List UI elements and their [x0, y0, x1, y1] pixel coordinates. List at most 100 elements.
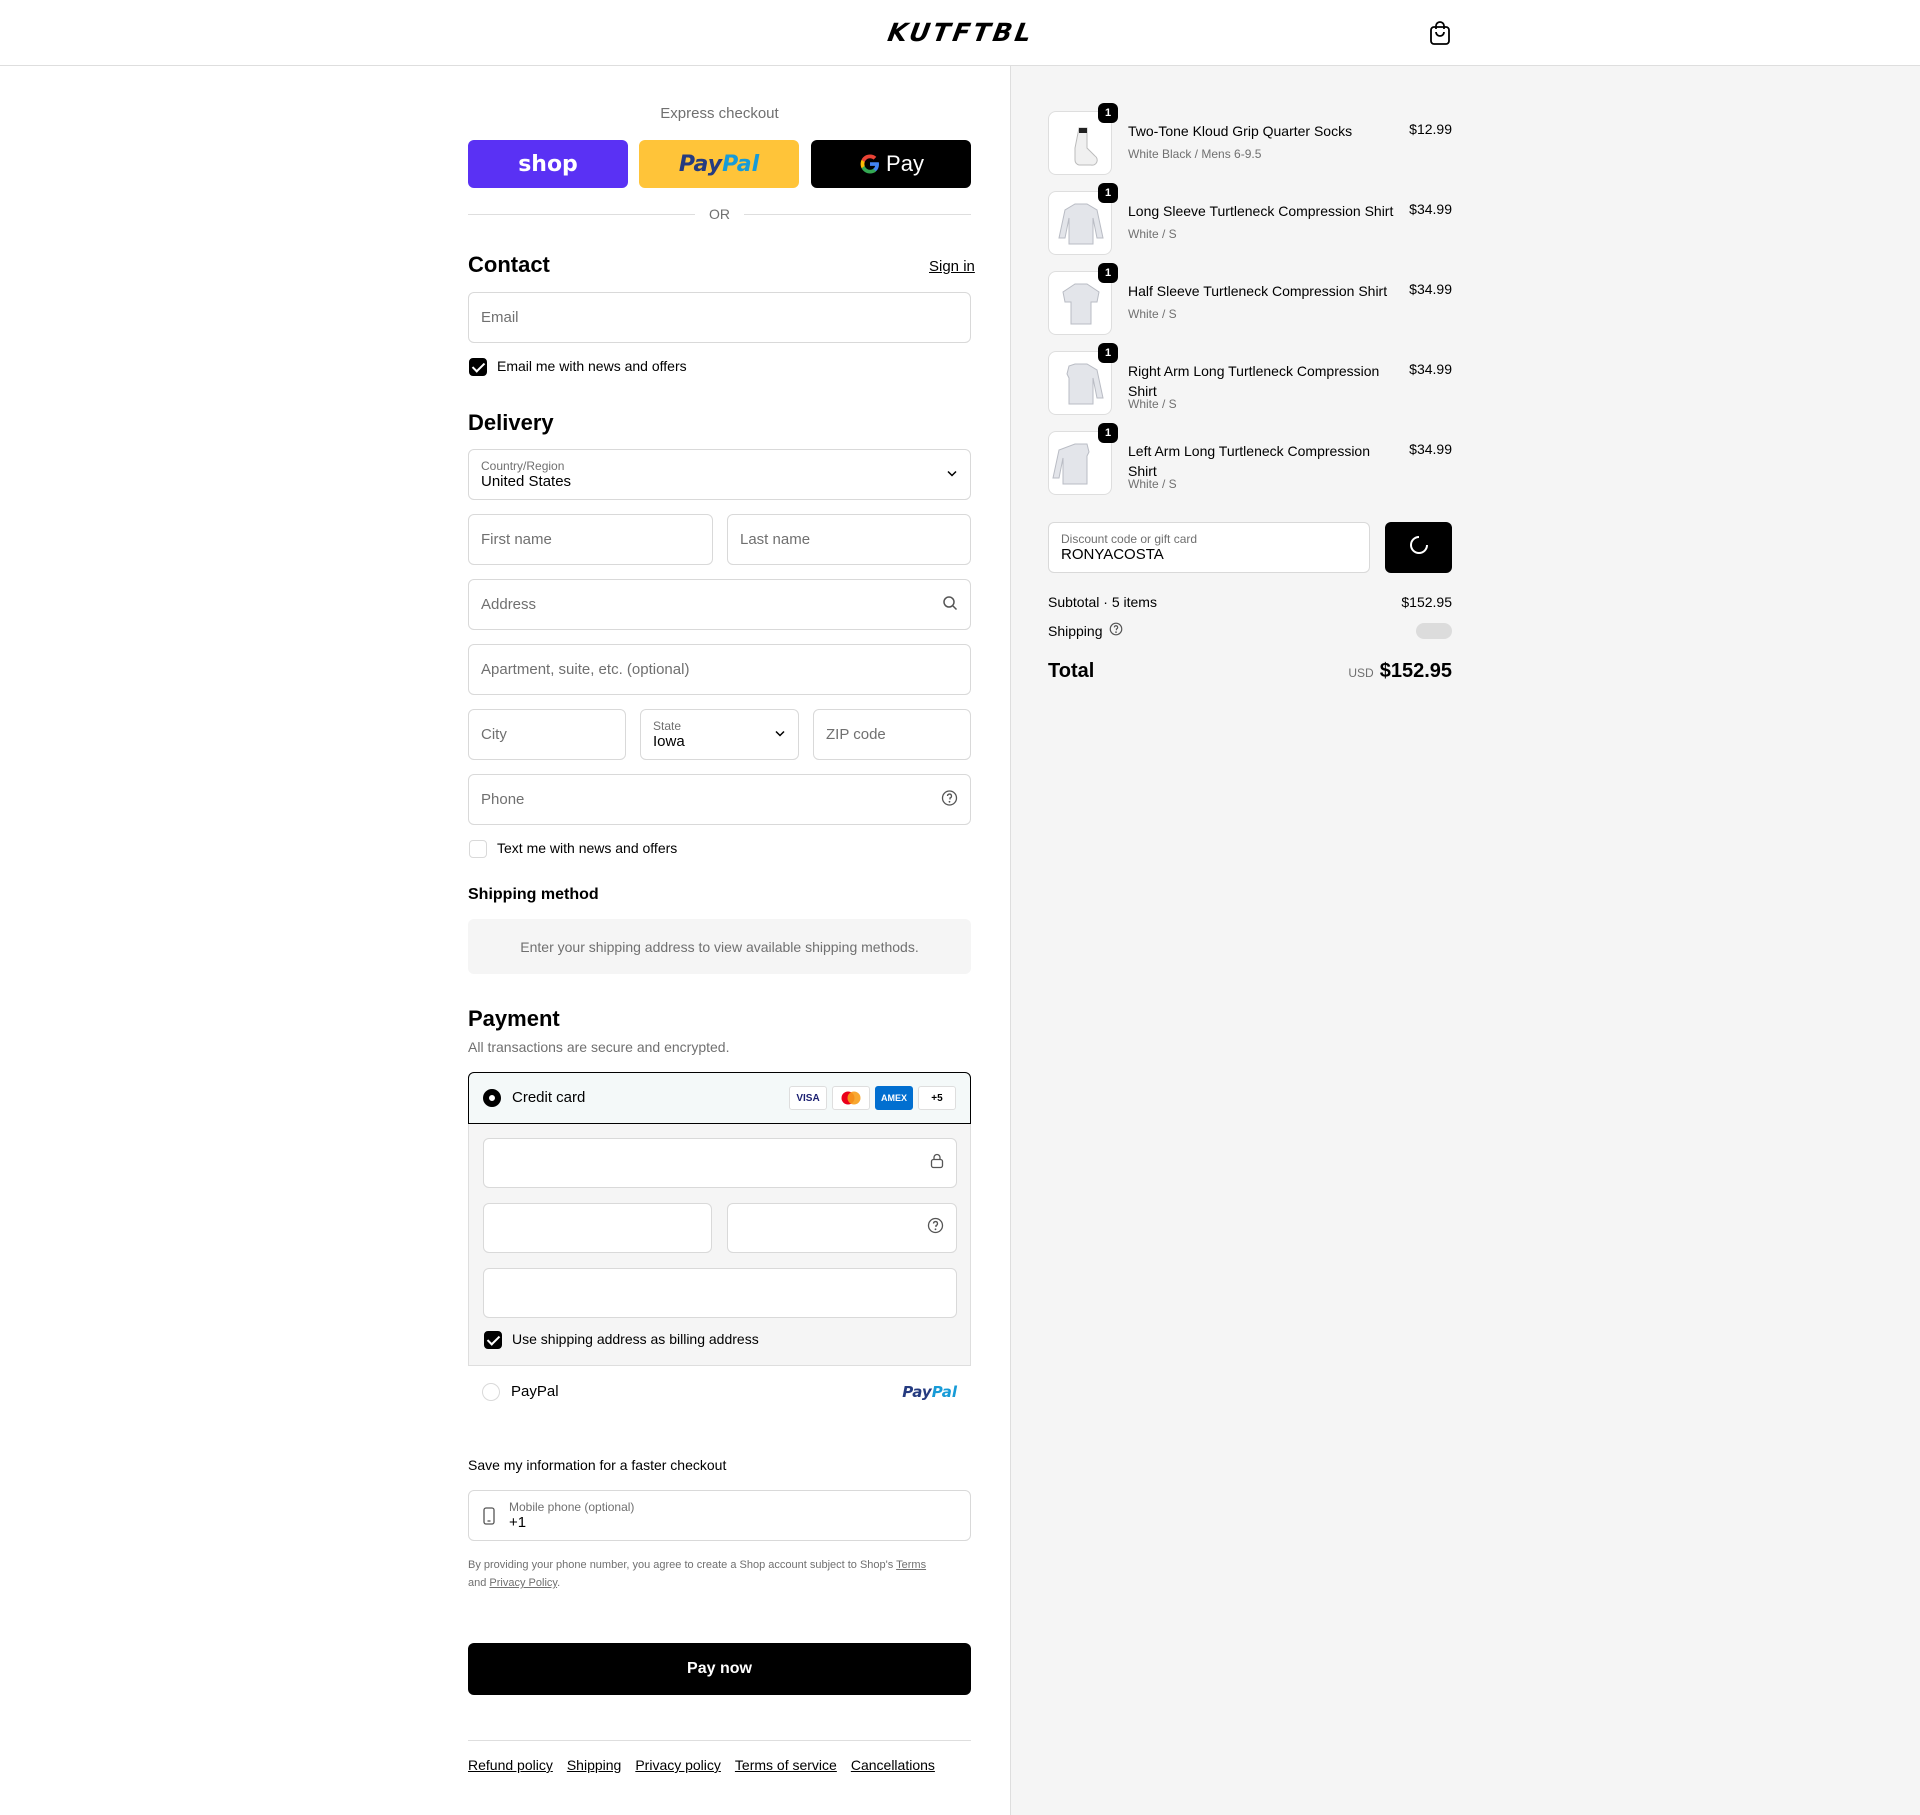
- subtotal-row: Subtotal · 5 items $152.95: [1048, 594, 1452, 610]
- expiration-date-field[interactable]: [483, 1203, 712, 1253]
- name-on-card-field[interactable]: [483, 1268, 957, 1318]
- paypal-radio[interactable]: [482, 1383, 500, 1401]
- credit-card-radio[interactable]: [483, 1089, 501, 1107]
- help-circle-icon[interactable]: [941, 789, 958, 810]
- discount-code-field[interactable]: Discount code or gift card RONYACOSTA: [1048, 522, 1370, 573]
- terms-link[interactable]: Terms: [896, 1559, 926, 1571]
- shipping-method-heading: Shipping method: [468, 886, 599, 903]
- billing-address-checkbox[interactable]: [484, 1331, 502, 1349]
- chevron-down-icon: [774, 726, 786, 743]
- cart-item: 1 Two-Tone Kloud Grip Quarter Socks Whit…: [1048, 103, 1452, 179]
- footer-links: Refund policy Shipping Privacy policy Te…: [468, 1757, 935, 1773]
- product-image-shirt: 1: [1048, 183, 1118, 255]
- google-pay-label: Pay: [886, 151, 924, 176]
- first-name-field[interactable]: First name: [468, 514, 713, 565]
- paypal-logo-part1: Pay: [902, 1383, 932, 1401]
- quantity-badge: 1: [1098, 263, 1118, 283]
- discount-code-label: Discount code or gift card: [1061, 532, 1198, 546]
- state-value: Iowa: [653, 732, 685, 750]
- pay-now-button[interactable]: Pay now: [468, 1643, 971, 1695]
- quantity-badge: 1: [1098, 423, 1118, 443]
- state-label: State: [653, 718, 682, 733]
- sms-label: Text me with news and offers: [497, 840, 678, 856]
- site-header: KUTFTBL: [0, 0, 1920, 66]
- credit-card-option[interactable]: Credit card VISA AMEX +5: [468, 1072, 971, 1124]
- sign-in-link[interactable]: Sign in: [929, 258, 975, 275]
- newsletter-label: Email me with news and offers: [497, 358, 687, 374]
- zip-placeholder: ZIP code: [826, 726, 886, 743]
- subtotal-label: Subtotal · 5 items: [1048, 594, 1157, 610]
- country-label: Country/Region: [481, 458, 565, 473]
- chevron-down-icon: [946, 466, 958, 483]
- security-code-field[interactable]: [727, 1203, 957, 1253]
- disclaimer-end: .: [557, 1577, 561, 1589]
- total-label: Total: [1048, 660, 1095, 682]
- country-select[interactable]: Country/Region United States: [468, 449, 971, 500]
- or-label: OR: [709, 206, 730, 222]
- privacy-policy-footer-link[interactable]: Privacy policy: [635, 1757, 721, 1773]
- privacy-policy-link[interactable]: Privacy Policy: [489, 1577, 557, 1589]
- item-variant: White / S: [1128, 307, 1177, 321]
- email-field[interactable]: Email: [468, 292, 971, 343]
- last-name-field[interactable]: Last name: [727, 514, 971, 565]
- zip-field[interactable]: ZIP code: [813, 709, 971, 760]
- item-variant: White / S: [1128, 227, 1177, 241]
- item-name: Left Arm Long Turtleneck Compression Shi…: [1128, 443, 1371, 479]
- refund-policy-link[interactable]: Refund policy: [468, 1757, 553, 1773]
- item-price: $34.99: [1409, 441, 1452, 457]
- address-placeholder: Address: [481, 596, 537, 613]
- city-placeholder: City: [481, 726, 507, 743]
- payment-heading: Payment: [468, 1006, 560, 1031]
- cart-item: 1 Half Sleeve Turtleneck Compression Shi…: [1048, 263, 1452, 339]
- shipping-policy-link[interactable]: Shipping: [567, 1757, 622, 1773]
- phone-placeholder: Phone: [481, 791, 525, 808]
- help-circle-icon[interactable]: [927, 1217, 944, 1239]
- item-name: Right Arm Long Turtleneck Compression Sh…: [1128, 363, 1380, 399]
- lock-icon: [930, 1153, 944, 1174]
- footer-divider: [468, 1740, 971, 1741]
- item-price: $34.99: [1409, 281, 1452, 297]
- paypal-express-button[interactable]: Pay Pal: [639, 140, 799, 188]
- payment-methods: Credit card VISA AMEX +5 Use shipping ad…: [468, 1072, 971, 1417]
- quantity-badge: 1: [1098, 343, 1118, 363]
- brand-logo[interactable]: KUTFTBL: [864, 18, 1059, 47]
- item-price: $34.99: [1409, 361, 1452, 377]
- city-field[interactable]: City: [468, 709, 626, 760]
- cart-item: 1 Long Sleeve Turtleneck Compression Shi…: [1048, 183, 1452, 259]
- paypal-option[interactable]: PayPal PayPal: [468, 1365, 971, 1417]
- shopping-bag-icon[interactable]: [1428, 20, 1452, 46]
- apartment-field[interactable]: Apartment, suite, etc. (optional): [468, 644, 971, 695]
- google-pay-button[interactable]: Pay: [811, 140, 971, 188]
- express-checkout-title: Express checkout: [660, 105, 779, 122]
- address-field[interactable]: Address: [468, 579, 971, 630]
- newsletter-checkbox[interactable]: [469, 358, 487, 376]
- shop-pay-button[interactable]: shop: [468, 140, 628, 188]
- more-cards-badge: +5: [918, 1086, 956, 1110]
- mobile-phone-value: +1: [509, 1513, 527, 1531]
- apply-discount-button[interactable]: [1385, 522, 1452, 573]
- product-image-shirt: 1: [1048, 423, 1118, 495]
- mobile-phone-icon: [483, 1507, 495, 1529]
- visa-icon: VISA: [789, 1086, 827, 1110]
- quantity-badge: 1: [1098, 183, 1118, 203]
- help-circle-icon[interactable]: [1109, 622, 1123, 639]
- item-variant: White / S: [1128, 397, 1177, 411]
- or-divider: OR: [468, 206, 971, 222]
- terms-of-service-link[interactable]: Terms of service: [735, 1757, 837, 1773]
- shop-disclaimer: By providing your phone number, you agre…: [468, 1556, 971, 1592]
- sms-checkbox[interactable]: [469, 840, 487, 858]
- cart-item: 1 Left Arm Long Turtleneck Compression S…: [1048, 423, 1452, 499]
- shipping-label: Shipping: [1048, 622, 1103, 639]
- card-number-field[interactable]: [483, 1138, 957, 1188]
- phone-field[interactable]: Phone: [468, 774, 971, 825]
- state-select[interactable]: State Iowa: [640, 709, 799, 760]
- payment-subtitle: All transactions are secure and encrypte…: [468, 1039, 730, 1055]
- google-g-icon: [858, 152, 882, 176]
- discount-code-value: RONYACOSTA: [1061, 546, 1164, 563]
- mobile-phone-field[interactable]: Mobile phone (optional) +1: [468, 1490, 971, 1541]
- item-name: Two-Tone Kloud Grip Quarter Socks: [1128, 123, 1353, 139]
- shipping-loading-placeholder: [1416, 622, 1452, 639]
- quantity-badge: 1: [1098, 103, 1118, 123]
- cancellations-link[interactable]: Cancellations: [851, 1757, 935, 1773]
- subtotal-value: $152.95: [1401, 594, 1452, 610]
